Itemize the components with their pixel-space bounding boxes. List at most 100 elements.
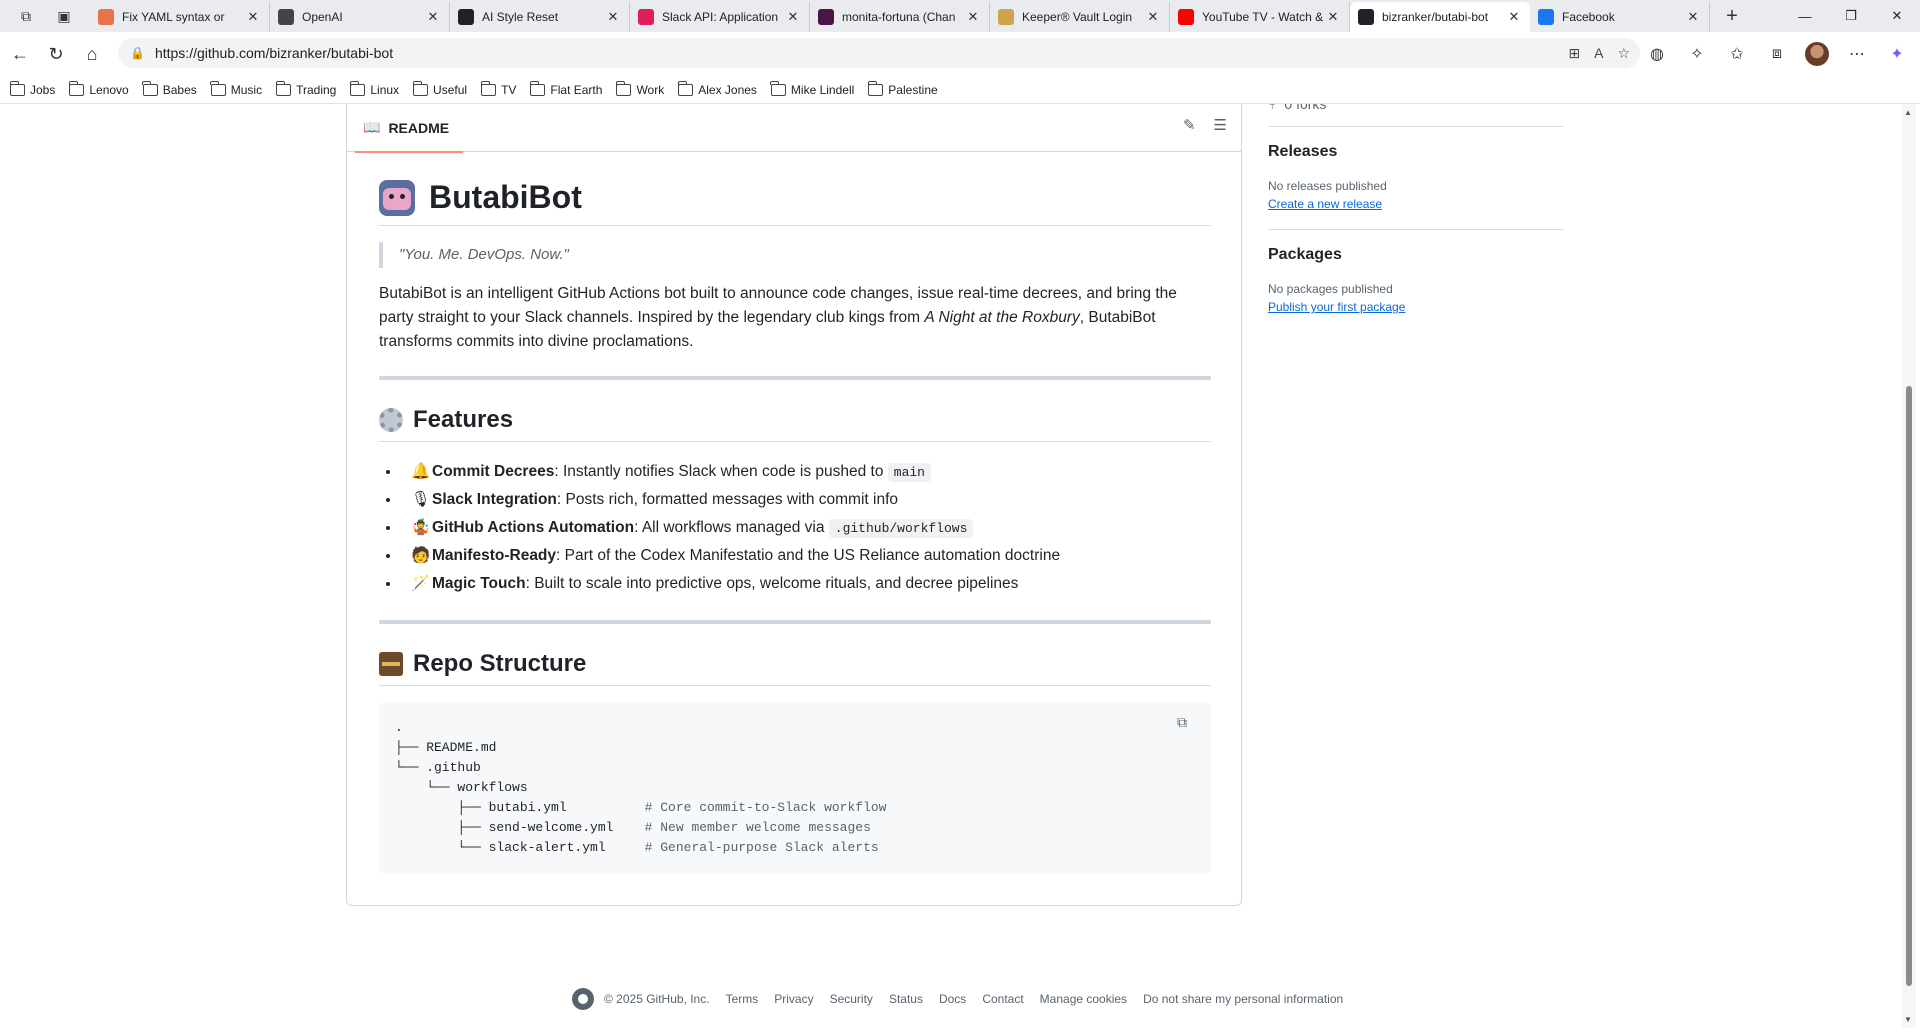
bookmark-label: Linux xyxy=(370,82,400,97)
footer-link[interactable]: Terms xyxy=(726,992,759,1006)
bookmark-folder[interactable]: Jobs xyxy=(9,80,55,97)
tab-close-icon[interactable]: ✕ xyxy=(425,9,441,25)
bookmark-folder[interactable]: Trading xyxy=(275,80,336,97)
feature-item: 🤹GitHub Actions Automation: All workflow… xyxy=(401,514,1211,542)
footer-link[interactable]: Privacy xyxy=(774,992,813,1006)
tab-title: Slack API: Application xyxy=(662,10,779,24)
edit-pencil-icon[interactable]: ✎ xyxy=(1183,116,1196,134)
features-list: 🔔Commit Decrees: Instantly notifies Slac… xyxy=(379,458,1211,598)
repo-structure-heading-text: Repo Structure xyxy=(413,649,587,677)
back-button[interactable]: ← xyxy=(2,36,38,72)
browser-tab[interactable]: Facebook ✕ xyxy=(1530,2,1710,32)
bookmark-folder[interactable]: Work xyxy=(615,80,665,97)
refresh-button[interactable]: ↻ xyxy=(38,36,74,72)
tab-close-icon[interactable]: ✕ xyxy=(1325,9,1341,25)
copilot-icon[interactable]: ✦ xyxy=(1880,37,1914,71)
new-tab-button[interactable]: + xyxy=(1722,5,1742,27)
github-logo-icon[interactable] xyxy=(572,988,594,1010)
page-scrollbar[interactable]: ▲ ▼ xyxy=(1902,104,1916,1028)
bookmark-folder[interactable]: Alex Jones xyxy=(677,80,757,97)
fork-icon: ⑂ xyxy=(1268,104,1277,112)
bookmark-folder[interactable]: Lenovo xyxy=(68,80,129,97)
tab-close-icon[interactable]: ✕ xyxy=(605,9,621,25)
footer-link[interactable]: Manage cookies xyxy=(1040,992,1127,1006)
feature-name: GitHub Actions Automation xyxy=(432,519,635,536)
avatar[interactable] xyxy=(1800,37,1834,71)
footer-link[interactable]: Contact xyxy=(982,992,1023,1006)
tab-close-icon[interactable]: ✕ xyxy=(1506,9,1522,25)
extension-icon[interactable]: ◍ xyxy=(1640,37,1674,71)
tab-close-icon[interactable]: ✕ xyxy=(785,9,801,25)
minimize-button[interactable]: — xyxy=(1782,0,1828,32)
collections-icon[interactable]: ⧈ xyxy=(1760,37,1794,71)
page-content: 📖 README ✎ ☰ ButabiBot "You. Me. DevOps.… xyxy=(4,104,1900,1028)
publish-package-link[interactable]: Publish your first package xyxy=(1268,300,1564,314)
tab-actions-icon[interactable]: ▣ xyxy=(54,6,74,26)
browser-tab[interactable]: YouTube TV - Watch & ✕ xyxy=(1170,2,1350,32)
tab-close-icon[interactable]: ✕ xyxy=(245,9,261,25)
extensions-puzzle-icon[interactable]: ✧ xyxy=(1680,37,1714,71)
bookmark-folder[interactable]: Music xyxy=(210,80,262,97)
feature-text: : Built to scale into predictive ops, we… xyxy=(525,575,1019,592)
bookmark-folder[interactable]: TV xyxy=(480,80,516,97)
bookmark-label: Babes xyxy=(162,82,197,97)
browser-tab[interactable]: Slack API: Application ✕ xyxy=(630,2,810,32)
tree-path: ├── butabi.yml xyxy=(395,800,645,815)
releases-heading[interactable]: Releases xyxy=(1268,143,1564,169)
browser-tab[interactable]: monita-fortuna (Chan ✕ xyxy=(810,2,990,32)
packages-heading[interactable]: Packages xyxy=(1268,246,1564,272)
browser-tab[interactable]: bizranker/butabi-bot ✕ xyxy=(1350,2,1530,32)
scrollbar-thumb[interactable] xyxy=(1906,386,1912,986)
bookmark-label: Lenovo xyxy=(89,82,129,97)
tree-path: . xyxy=(395,720,403,735)
tree-line: ├── README.md xyxy=(395,738,1195,758)
bookmark-folder[interactable]: Flat Earth xyxy=(529,80,603,97)
intro-paragraph: ButabiBot is an intelligent GitHub Actio… xyxy=(379,282,1211,354)
outline-list-icon[interactable]: ☰ xyxy=(1214,116,1227,134)
url-field[interactable]: 🔒 https://github.com/bizranker/butabi-bo… xyxy=(118,38,1640,68)
divider xyxy=(1268,229,1564,230)
restore-button[interactable]: ❐ xyxy=(1828,0,1874,32)
tab-close-icon[interactable]: ✕ xyxy=(1685,9,1701,25)
home-button[interactable]: ⌂ xyxy=(74,36,110,72)
bookmark-folder[interactable]: Mike Lindell xyxy=(770,80,854,97)
readme-tab[interactable]: 📖 README xyxy=(354,104,464,153)
footer-link[interactable]: Status xyxy=(889,992,923,1006)
lock-icon[interactable]: 🔒 xyxy=(130,46,145,60)
bookmark-label: Flat Earth xyxy=(550,82,603,97)
favorite-star-icon[interactable]: ☆ xyxy=(1617,45,1630,62)
bookmark-folder[interactable]: Babes xyxy=(142,80,197,97)
tab-close-icon[interactable]: ✕ xyxy=(1145,9,1161,25)
tab-title: OpenAI xyxy=(302,10,343,24)
footer-link[interactable]: Security xyxy=(830,992,873,1006)
bookmark-folder[interactable]: Linux xyxy=(349,80,400,97)
folder-icon xyxy=(615,80,632,96)
favorites-icon[interactable]: ✩ xyxy=(1720,37,1754,71)
create-release-link[interactable]: Create a new release xyxy=(1268,197,1564,211)
browser-tab[interactable]: Fix YAML syntax or ✕ xyxy=(90,2,270,32)
feature-item: 🔔Commit Decrees: Instantly notifies Slac… xyxy=(401,458,1211,486)
more-menu-icon[interactable]: ⋯ xyxy=(1840,37,1874,71)
forks-count[interactable]: ⑂ 0 forks xyxy=(1268,104,1564,124)
close-window-button[interactable]: ✕ xyxy=(1874,0,1920,32)
footer-link[interactable]: Docs xyxy=(939,992,966,1006)
bookmark-label: Work xyxy=(636,82,665,97)
app-available-icon[interactable]: ⊞ xyxy=(1568,45,1580,62)
footer-link[interactable]: Do not share my personal information xyxy=(1143,992,1343,1006)
scroll-down-icon[interactable]: ▼ xyxy=(1904,1015,1912,1024)
scroll-up-icon[interactable]: ▲ xyxy=(1904,108,1912,117)
tab-close-icon[interactable]: ✕ xyxy=(965,9,981,25)
folder-icon xyxy=(770,80,786,96)
read-aloud-icon[interactable]: A xyxy=(1594,45,1603,61)
tree-line: . xyxy=(395,718,1195,738)
tree-path: └── workflows xyxy=(395,780,528,795)
tab-title: monita-fortuna (Chan xyxy=(842,10,956,24)
browser-tab[interactable]: Keeper® Vault Login ✕ xyxy=(990,2,1170,32)
browser-tab[interactable]: OpenAI ✕ xyxy=(270,2,450,32)
bookmark-folder[interactable]: Palestine xyxy=(867,80,938,97)
workspaces-icon[interactable]: ⧉ xyxy=(16,6,36,26)
tree-comment: # New member welcome messages xyxy=(644,820,871,835)
bookmark-folder[interactable]: Useful xyxy=(412,80,467,97)
copy-icon[interactable]: ⧉ xyxy=(1177,714,1195,732)
browser-tab[interactable]: AI Style Reset ✕ xyxy=(450,2,630,32)
